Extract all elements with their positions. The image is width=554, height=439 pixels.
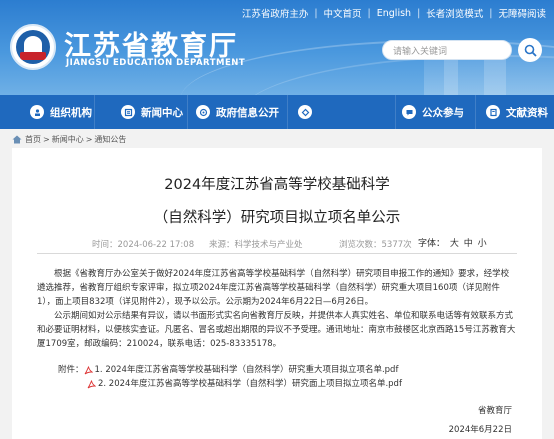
font-size-small[interactable]: 小: [478, 239, 487, 249]
nav-item-label: 政府信息公开: [216, 106, 279, 119]
nav-item-service[interactable]: [288, 95, 396, 129]
article-body: 根据《省教育厅办公室关于做好2024年度江苏省高等学校基础科学（自然科学）研究项…: [37, 267, 517, 351]
attachment-row: 2. 2024年度江苏省高等学校基础科学（自然科学）研究面上项目拟立项名单.pd…: [58, 377, 402, 391]
breadcrumb: 首页 > 新闻中心 > 通知公告: [12, 132, 542, 146]
attachment-link-2[interactable]: 2. 2024年度江苏省高等学校基础科学（自然科学）研究面上项目拟立项名单.pd…: [98, 377, 402, 391]
org-icon: [30, 105, 44, 119]
top-link-elder-mode[interactable]: 长者浏览模式: [426, 6, 483, 20]
nav-item-public-participation[interactable]: 公众参与: [396, 95, 476, 129]
site-header: 江苏省教育厅 JIANGSU EDUCATION DEPARTMENT 江苏省政…: [0, 0, 554, 95]
article-paragraph: 根据《省教育厅办公室关于做好2024年度江苏省高等学校基础科学（自然科学）研究项…: [37, 269, 510, 307]
publish-time: 时间：2024-06-22 17:08: [92, 240, 195, 250]
site-logo[interactable]: [10, 24, 56, 70]
top-link-accessibility[interactable]: 无障碍阅读: [498, 6, 546, 20]
top-link-gov[interactable]: 江苏省政府主办: [242, 6, 309, 20]
top-link-home[interactable]: 中文首页: [324, 6, 362, 20]
divider: |: [314, 7, 318, 19]
article-title-line2: （自然科学）研究项目拟立项名单公示: [153, 210, 401, 226]
nav-item-org[interactable]: 组织机构: [0, 95, 95, 129]
article-paragraph: 公示期间如对公示结果有异议，请以书面形式实名向省教育厅反映，并提供本人真实姓名、…: [37, 311, 516, 349]
attachment-label: 附件：: [58, 365, 84, 375]
pdf-icon: [87, 379, 96, 388]
search-icon: [524, 44, 537, 57]
nav-item-label: 公众参与: [422, 106, 464, 119]
font-size-medium[interactable]: 中: [464, 239, 473, 249]
attachment-link-1[interactable]: 1. 2024年度江苏省高等学校基础科学（自然科学）研究重大项目拟立项名单.pd…: [95, 363, 399, 377]
article-source: 来源：科学技术与产业处: [209, 240, 303, 250]
attachment-list: 附件： 1. 2024年度江苏省高等学校基础科学（自然科学）研究重大项目拟立项名…: [58, 363, 402, 391]
news-icon: [121, 105, 135, 119]
nav-item-label: 新闻中心: [141, 106, 183, 119]
breadcrumb-home[interactable]: 首页: [25, 134, 41, 145]
service-icon: [298, 105, 312, 119]
article-meta: 时间：2024-06-22 17:08 来源：科学技术与产业处 浏览次数：537…: [37, 236, 517, 254]
divider: |: [489, 7, 493, 19]
site-name-en: JIANGSU EDUCATION DEPARTMENT: [66, 58, 246, 68]
nav-item-documents[interactable]: 文献资料: [476, 95, 554, 129]
nav-item-news[interactable]: 新闻中心: [95, 95, 188, 129]
font-size-label: 字体：: [418, 239, 446, 249]
home-icon: [12, 135, 22, 143]
divider: |: [367, 7, 371, 19]
attachment-row: 附件： 1. 2024年度江苏省高等学校基础科学（自然科学）研究重大项目拟立项名…: [58, 363, 402, 377]
top-links: 江苏省政府主办 | 中文首页 | English | 长者浏览模式 | 无障碍阅…: [242, 6, 546, 21]
pdf-icon: [84, 365, 93, 374]
breadcrumb-separator: >: [43, 134, 50, 144]
font-size-switcher: 字体： 大 中 小: [417, 236, 488, 249]
view-count: 浏览次数：5377次: [339, 240, 412, 250]
article-signature: 省教育厅: [477, 406, 512, 416]
top-link-english[interactable]: English: [377, 8, 411, 19]
breadcrumb-separator: >: [85, 134, 93, 144]
article-sign-date: 2024年6月22日: [448, 425, 512, 435]
nav-item-info-public[interactable]: 政府信息公开: [188, 95, 288, 129]
article-panel: 2024年度江苏省高等学校基础科学 （自然科学）研究项目拟立项名单公示 时间：2…: [12, 148, 542, 439]
font-size-large[interactable]: 大: [450, 239, 459, 249]
main-nav: 组织机构 新闻中心 政府信息公开 公众参与 文献资料: [0, 95, 554, 129]
breadcrumb-notices[interactable]: 通知公告: [94, 134, 126, 145]
nav-item-label: 文献资料: [506, 106, 548, 119]
article-title-line1: 2024年度江苏省高等学校基础科学: [164, 177, 390, 193]
divider: |: [417, 7, 421, 19]
chat-icon: [402, 105, 416, 119]
book-icon: [486, 105, 500, 119]
nav-item-label: 组织机构: [50, 106, 92, 119]
search-button[interactable]: [518, 38, 542, 62]
breadcrumb-news[interactable]: 新闻中心: [52, 134, 84, 145]
search-input[interactable]: 请输入关键词: [382, 40, 512, 60]
info-icon: [196, 105, 210, 119]
